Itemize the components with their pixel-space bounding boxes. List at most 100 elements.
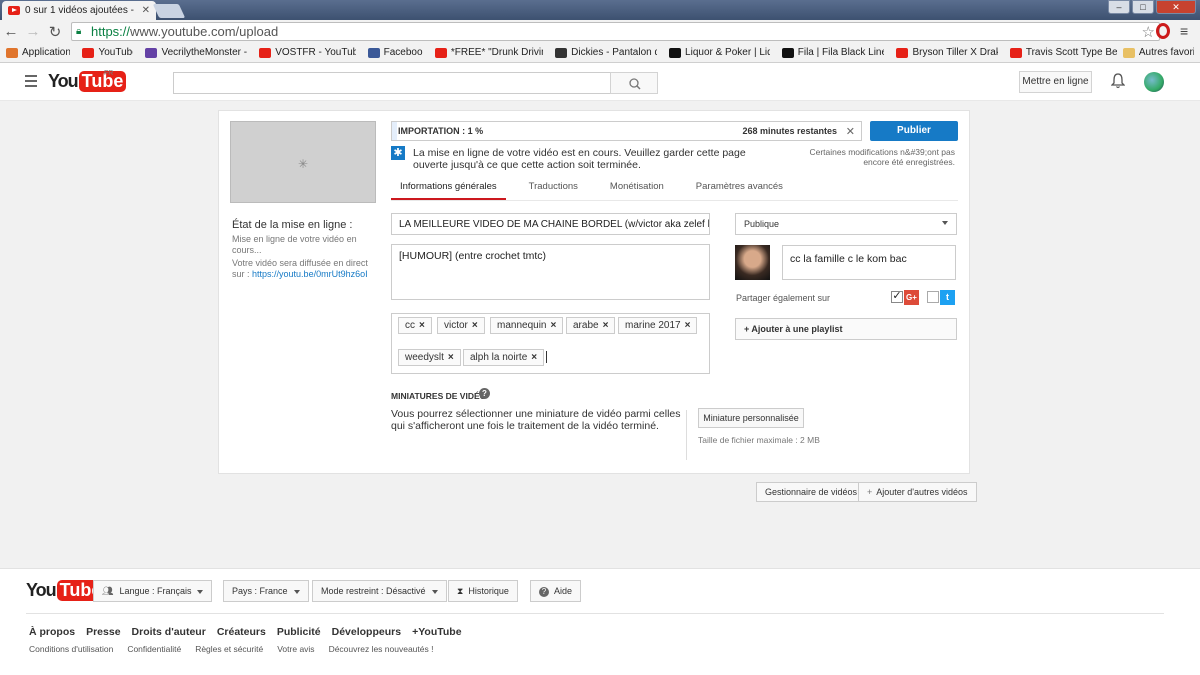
minimize-button[interactable]: –: [1108, 0, 1130, 14]
other-bookmarks-folder[interactable]: Autres favoris: [1122, 47, 1194, 58]
tag-label: marine 2017: [625, 320, 681, 331]
upload-state-title: État de la mise en ligne :: [232, 219, 353, 231]
browser-tab[interactable]: 0 sur 1 vidéos ajoutées - Y ✕: [2, 1, 156, 20]
footer-link[interactable]: Presse: [86, 626, 120, 638]
browser-menu-icon[interactable]: ≡: [1180, 23, 1188, 39]
footer-link[interactable]: +YouTube: [412, 626, 462, 638]
search-input[interactable]: [173, 72, 611, 94]
remove-tag-icon[interactable]: ×: [603, 320, 609, 331]
cancel-upload-icon[interactable]: ✕: [846, 125, 855, 138]
bookmark-item[interactable]: Fila | Fila Black Line -: [781, 47, 884, 58]
restricted-mode-button[interactable]: Mode restreint : Désactivé: [312, 580, 447, 602]
upload-progress-label: IMPORTATION : 1 %: [398, 126, 484, 136]
language-icon: 👥︎: [102, 586, 114, 596]
upload-progress-fill: [392, 122, 397, 140]
publish-button[interactable]: Publier: [870, 121, 958, 141]
video-manager-button[interactable]: Gestionnaire de vidéos: [756, 482, 867, 502]
tag-chip[interactable]: marine 2017 ×: [618, 317, 698, 334]
account-avatar[interactable]: [1144, 72, 1164, 92]
footer-link[interactable]: Développeurs: [332, 626, 401, 638]
bookmark-favicon-icon: [669, 47, 682, 58]
opera-extension-icon[interactable]: [1156, 23, 1170, 39]
maximize-button[interactable]: □: [1132, 0, 1154, 14]
upload-state-status: Mise en ligne de votre vidéo en cours...: [232, 234, 357, 255]
forward-icon[interactable]: →: [22, 23, 44, 40]
tab-monetisation[interactable]: Monétisation: [601, 180, 673, 201]
tag-chip[interactable]: mannequin ×: [490, 317, 564, 334]
footer-link[interactable]: Créateurs: [217, 626, 266, 638]
remove-tag-icon[interactable]: ×: [472, 320, 478, 331]
youtube-logo[interactable]: You Tube: [48, 71, 127, 92]
bookmark-star-icon[interactable]: ☆: [1142, 23, 1155, 41]
bookmark-item[interactable]: VecrilytheMonster - T: [145, 47, 247, 58]
add-more-videos-button[interactable]: + Ajouter d'autres vidéos: [858, 482, 977, 502]
upload-button[interactable]: Mettre en ligne: [1019, 71, 1092, 93]
bookmark-item[interactable]: YouTube: [82, 47, 133, 58]
help-icon[interactable]: ?: [479, 388, 490, 399]
tab-traductions[interactable]: Traductions: [520, 180, 587, 201]
help-label: Aide: [554, 586, 573, 596]
video-title-input[interactable]: LA MEILLEURE VIDEO DE MA CHAINE BORDEL (…: [391, 213, 710, 235]
guide-menu-icon[interactable]: [25, 75, 37, 90]
bookmark-item[interactable]: Facebook: [367, 47, 423, 58]
add-to-playlist-button[interactable]: + Ajouter à une playlist: [735, 318, 957, 340]
remove-tag-icon[interactable]: ×: [448, 352, 454, 363]
footer-secondary-link[interactable]: Règles et sécurité: [195, 644, 263, 654]
footer-link[interactable]: À propos: [29, 626, 75, 638]
footer-secondary-link[interactable]: Découvrez les nouveautés !: [329, 644, 434, 654]
help-button[interactable]: ? Aide: [530, 580, 582, 602]
tag-chip[interactable]: weedyslt ×: [398, 349, 461, 366]
tag-chip[interactable]: arabe ×: [566, 317, 616, 334]
back-icon[interactable]: ←: [0, 23, 22, 40]
footer-link[interactable]: Publicité: [277, 626, 321, 638]
add-more-videos-label: Ajouter d'autres vidéos: [876, 487, 968, 497]
tab-parametres-avances[interactable]: Paramètres avancés: [687, 180, 792, 201]
remove-tag-icon[interactable]: ×: [550, 320, 556, 331]
bookmark-item[interactable]: Liquor & Poker | Liqu: [669, 47, 770, 58]
bookmark-item[interactable]: VOSTFR - YouTube: [259, 47, 356, 58]
max-file-size-note: Taille de fichier maximale : 2 MB: [698, 435, 820, 445]
address-bar[interactable]: 🔒︎ https://www.youtube.com/upload ☆: [71, 22, 1160, 41]
custom-thumbnail-button[interactable]: Miniature personnalisée: [698, 408, 804, 428]
tab-informations-generales[interactable]: Informations générales: [391, 180, 506, 201]
bookmark-label: Dickies - Pantalon de: [571, 47, 658, 58]
bookmark-favicon-icon: [259, 47, 272, 58]
navigation-bar: ← → ↻ 🔒︎ https://www.youtube.com/upload …: [0, 20, 1200, 43]
bookmark-item[interactable]: Travis Scott Type Beat: [1009, 47, 1117, 58]
remove-tag-icon[interactable]: ×: [419, 320, 425, 331]
bookmark-item[interactable]: Dickies - Pantalon de: [555, 47, 657, 58]
bookmark-item[interactable]: Bryson Tiller X Drake: [896, 47, 998, 58]
tag-chip[interactable]: alph la noirte ×: [463, 349, 545, 366]
remove-tag-icon[interactable]: ×: [531, 352, 537, 363]
video-description-textarea[interactable]: [HUMOUR] (entre crochet tmtc): [391, 244, 710, 300]
country-button[interactable]: Pays : France: [223, 580, 309, 602]
window-close-button[interactable]: ✕: [1156, 0, 1196, 14]
bookmark-item[interactable]: Applications: [6, 47, 70, 58]
share-also-label: Partager également sur: [736, 293, 831, 303]
search-button[interactable]: [610, 72, 658, 94]
googleplus-share-checkbox[interactable]: ✓: [891, 291, 903, 303]
bookmark-label: VOSTFR - YouTube: [275, 47, 356, 58]
history-label: Historique: [468, 586, 509, 596]
bookmark-label: Travis Scott Type Beat: [1025, 47, 1117, 58]
close-tab-icon[interactable]: ✕: [142, 5, 150, 16]
footer-secondary-link[interactable]: Confidentialité: [127, 644, 181, 654]
language-button[interactable]: 👥︎ Langue : Français: [93, 580, 213, 602]
notifications-bell-icon[interactable]: [1111, 73, 1125, 89]
reload-icon[interactable]: ↻: [44, 23, 66, 41]
twitter-share-checkbox[interactable]: [927, 291, 939, 303]
bookmark-favicon-icon: [781, 47, 794, 58]
chevron-down-icon: [197, 589, 204, 594]
tag-chip[interactable]: victor ×: [437, 317, 485, 334]
bookmark-item[interactable]: *FREE* "Drunk Driving: [434, 47, 543, 58]
footer-secondary-link[interactable]: Conditions d'utilisation: [29, 644, 113, 654]
channel-profile-picture: [735, 245, 770, 280]
tag-chip[interactable]: cc ×: [398, 317, 432, 334]
share-message-textarea[interactable]: cc la famille c le kom bac: [782, 245, 956, 280]
video-short-link[interactable]: https://youtu.be/0mrUt9hz6oI: [252, 269, 368, 279]
footer-secondary-link[interactable]: Votre avis: [277, 644, 314, 654]
privacy-select[interactable]: Publique: [735, 213, 957, 235]
remove-tag-icon[interactable]: ×: [685, 320, 691, 331]
footer-link[interactable]: Droits d'auteur: [132, 626, 206, 638]
history-button[interactable]: ⧗ Historique: [448, 580, 518, 602]
